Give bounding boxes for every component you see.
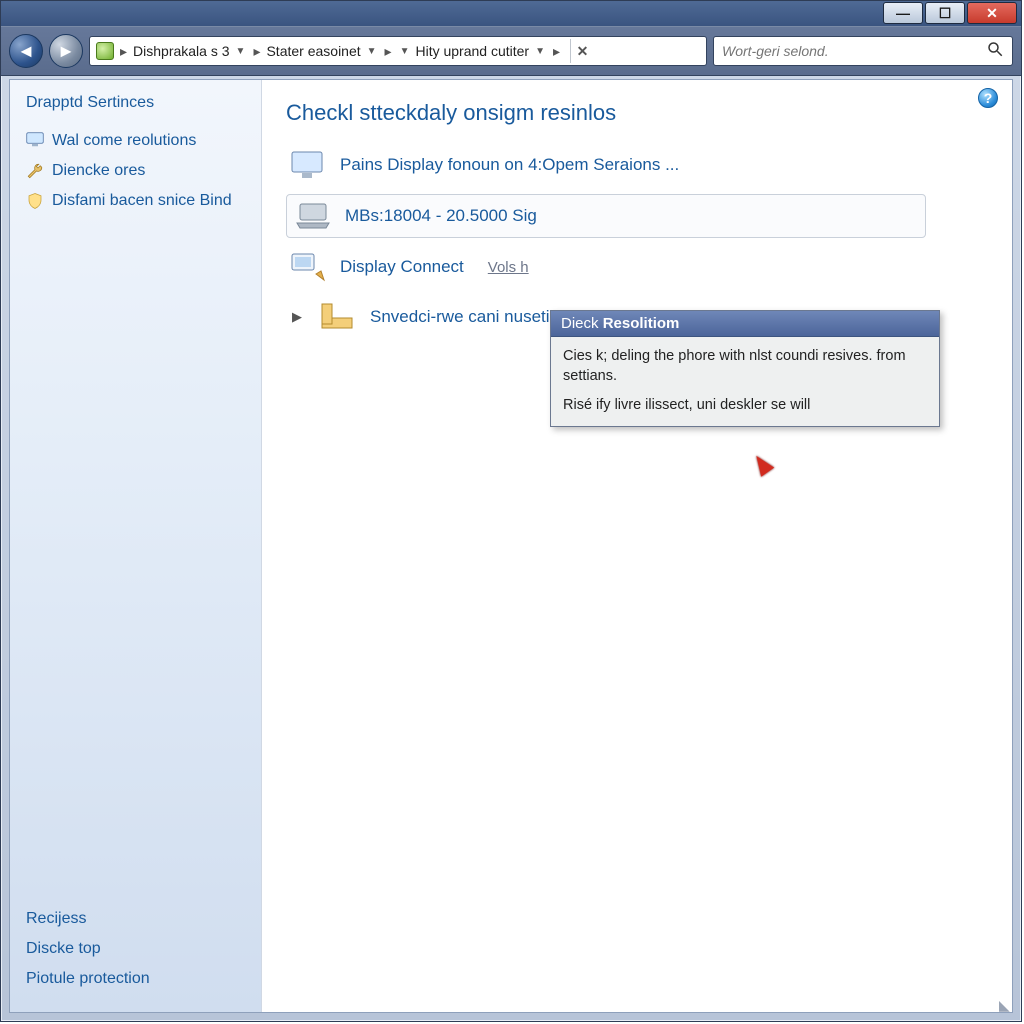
breadcrumb-separator-icon: ▸ xyxy=(551,43,562,60)
minimize-icon: — xyxy=(896,5,910,21)
chevron-down-icon[interactable]: ▼ xyxy=(365,46,379,57)
chevron-down-icon[interactable]: ▼ xyxy=(398,46,412,57)
maximize-button[interactable]: ☐ xyxy=(925,2,965,24)
search-input[interactable] xyxy=(722,43,972,59)
breadcrumb-segment[interactable]: Hity uprand cutiter xyxy=(415,43,529,59)
content-item[interactable]: Pains Display fonoun on 4:Opem Seraions … xyxy=(286,144,988,186)
search-icon[interactable] xyxy=(986,40,1004,62)
content-item[interactable]: Display Connect Vols h xyxy=(286,246,988,288)
content-item-selected[interactable]: MBs:18004 - 20.5000 Sig xyxy=(286,194,926,238)
close-icon: ✕ xyxy=(986,5,998,22)
help-button[interactable]: ? xyxy=(978,88,998,108)
close-button[interactable]: ✕ xyxy=(967,2,1017,24)
help-icon: ? xyxy=(984,90,993,106)
wrench-icon xyxy=(26,162,44,180)
ruler-icon xyxy=(320,302,356,332)
tooltip-title-prefix: Dieck xyxy=(561,315,603,332)
maximize-icon: ☐ xyxy=(939,5,952,22)
content-item-label: MBs:18004 - 20.5000 Sig xyxy=(345,206,537,226)
breadcrumb-separator-icon: ▸ xyxy=(251,43,262,60)
sidebar-top: Drapptd Sertinces Wal come reolutions Di… xyxy=(26,94,245,216)
forward-icon: ► xyxy=(57,41,75,62)
content-item-label: Display Connect xyxy=(340,257,464,277)
sidebar-item-label: Diencke ores xyxy=(52,162,145,180)
resize-grip-icon[interactable]: ◢ xyxy=(999,1000,1010,1010)
sidebar: Drapptd Sertinces Wal come reolutions Di… xyxy=(10,80,262,1012)
sidebar-item[interactable]: Diencke ores xyxy=(26,156,245,186)
sidebar-link[interactable]: Recijess xyxy=(26,904,245,934)
sidebar-bottom: Recijess Discke top Piotule protection xyxy=(26,904,245,994)
sidebar-heading: Drapptd Sertinces xyxy=(26,94,245,112)
page-title: Checkl stteckdaly onsigm resinlos xyxy=(286,100,988,126)
breadcrumb-separator-icon: ▸ xyxy=(118,43,129,60)
back-icon: ◄ xyxy=(17,41,35,62)
search-box[interactable] xyxy=(713,36,1013,66)
address-bar[interactable]: ▸ Dishprakala s 3 ▼ ▸ Stater easoinet ▼ … xyxy=(89,36,707,66)
address-clear-button[interactable]: ✕ xyxy=(570,39,594,63)
tooltip-flyout: Dieck Resolitiom Cies k; deling the phor… xyxy=(550,310,940,427)
chevron-down-icon[interactable]: ▼ xyxy=(234,46,248,57)
location-icon xyxy=(96,42,114,60)
sidebar-item-label: Disfami bacen snice Bind xyxy=(52,192,232,210)
navigation-bar: ◄ ► ▸ Dishprakala s 3 ▼ ▸ Stater easoine… xyxy=(1,26,1021,76)
tooltip-title: Dieck Resolitiom xyxy=(551,311,939,337)
tooltip-title-bold: Resolitiom xyxy=(603,315,680,332)
titlebar: — ☐ ✕ xyxy=(1,1,1021,26)
main-content: ? Checkl stteckdaly onsigm resinlos Pain… xyxy=(262,80,1012,1012)
display-connect-icon xyxy=(290,252,326,282)
x-icon: ✕ xyxy=(577,43,589,60)
sidebar-link-label: Piotule protection xyxy=(26,970,150,987)
content-item-label: Pains Display fonoun on 4:Opem Seraions … xyxy=(340,155,679,175)
shield-icon xyxy=(26,192,44,210)
minimize-button[interactable]: — xyxy=(883,2,923,24)
sidebar-item-label: Wal come reolutions xyxy=(52,132,196,150)
breadcrumb-segment[interactable]: Stater easoinet xyxy=(266,43,360,59)
forward-button[interactable]: ► xyxy=(49,34,83,68)
content-item-sublink[interactable]: Vols h xyxy=(488,259,529,276)
breadcrumb-segment[interactable]: Dishprakala s 3 xyxy=(133,43,230,59)
sidebar-item[interactable]: Disfami bacen snice Bind xyxy=(26,186,245,216)
back-button[interactable]: ◄ xyxy=(9,34,43,68)
client-area: Drapptd Sertinces Wal come reolutions Di… xyxy=(9,79,1013,1013)
window-frame: — ☐ ✕ ◄ ► ▸ Dishprakala s 3 ▼ ▸ Stater e… xyxy=(0,0,1022,1022)
monitor-icon xyxy=(26,132,44,150)
sidebar-link[interactable]: Piotule protection xyxy=(26,964,245,994)
chevron-down-icon[interactable]: ▼ xyxy=(533,46,547,57)
expand-chevron-icon[interactable]: ▶ xyxy=(290,309,304,325)
monitor-icon xyxy=(290,150,326,180)
sidebar-link[interactable]: Discke top xyxy=(26,934,245,964)
breadcrumb-separator-icon: ▸ xyxy=(383,43,394,60)
tooltip-body: Cies k; deling the phore with nlst cound… xyxy=(551,337,939,426)
sidebar-link-label: Discke top xyxy=(26,940,101,957)
laptop-icon xyxy=(295,201,331,231)
sidebar-item[interactable]: Wal come reolutions xyxy=(26,126,245,156)
sidebar-link-label: Recijess xyxy=(26,910,86,927)
tooltip-line: Risé ify livre ilissect, uni deskler se … xyxy=(563,396,927,416)
tooltip-line: Cies k; deling the phore with nlst cound… xyxy=(563,347,927,386)
